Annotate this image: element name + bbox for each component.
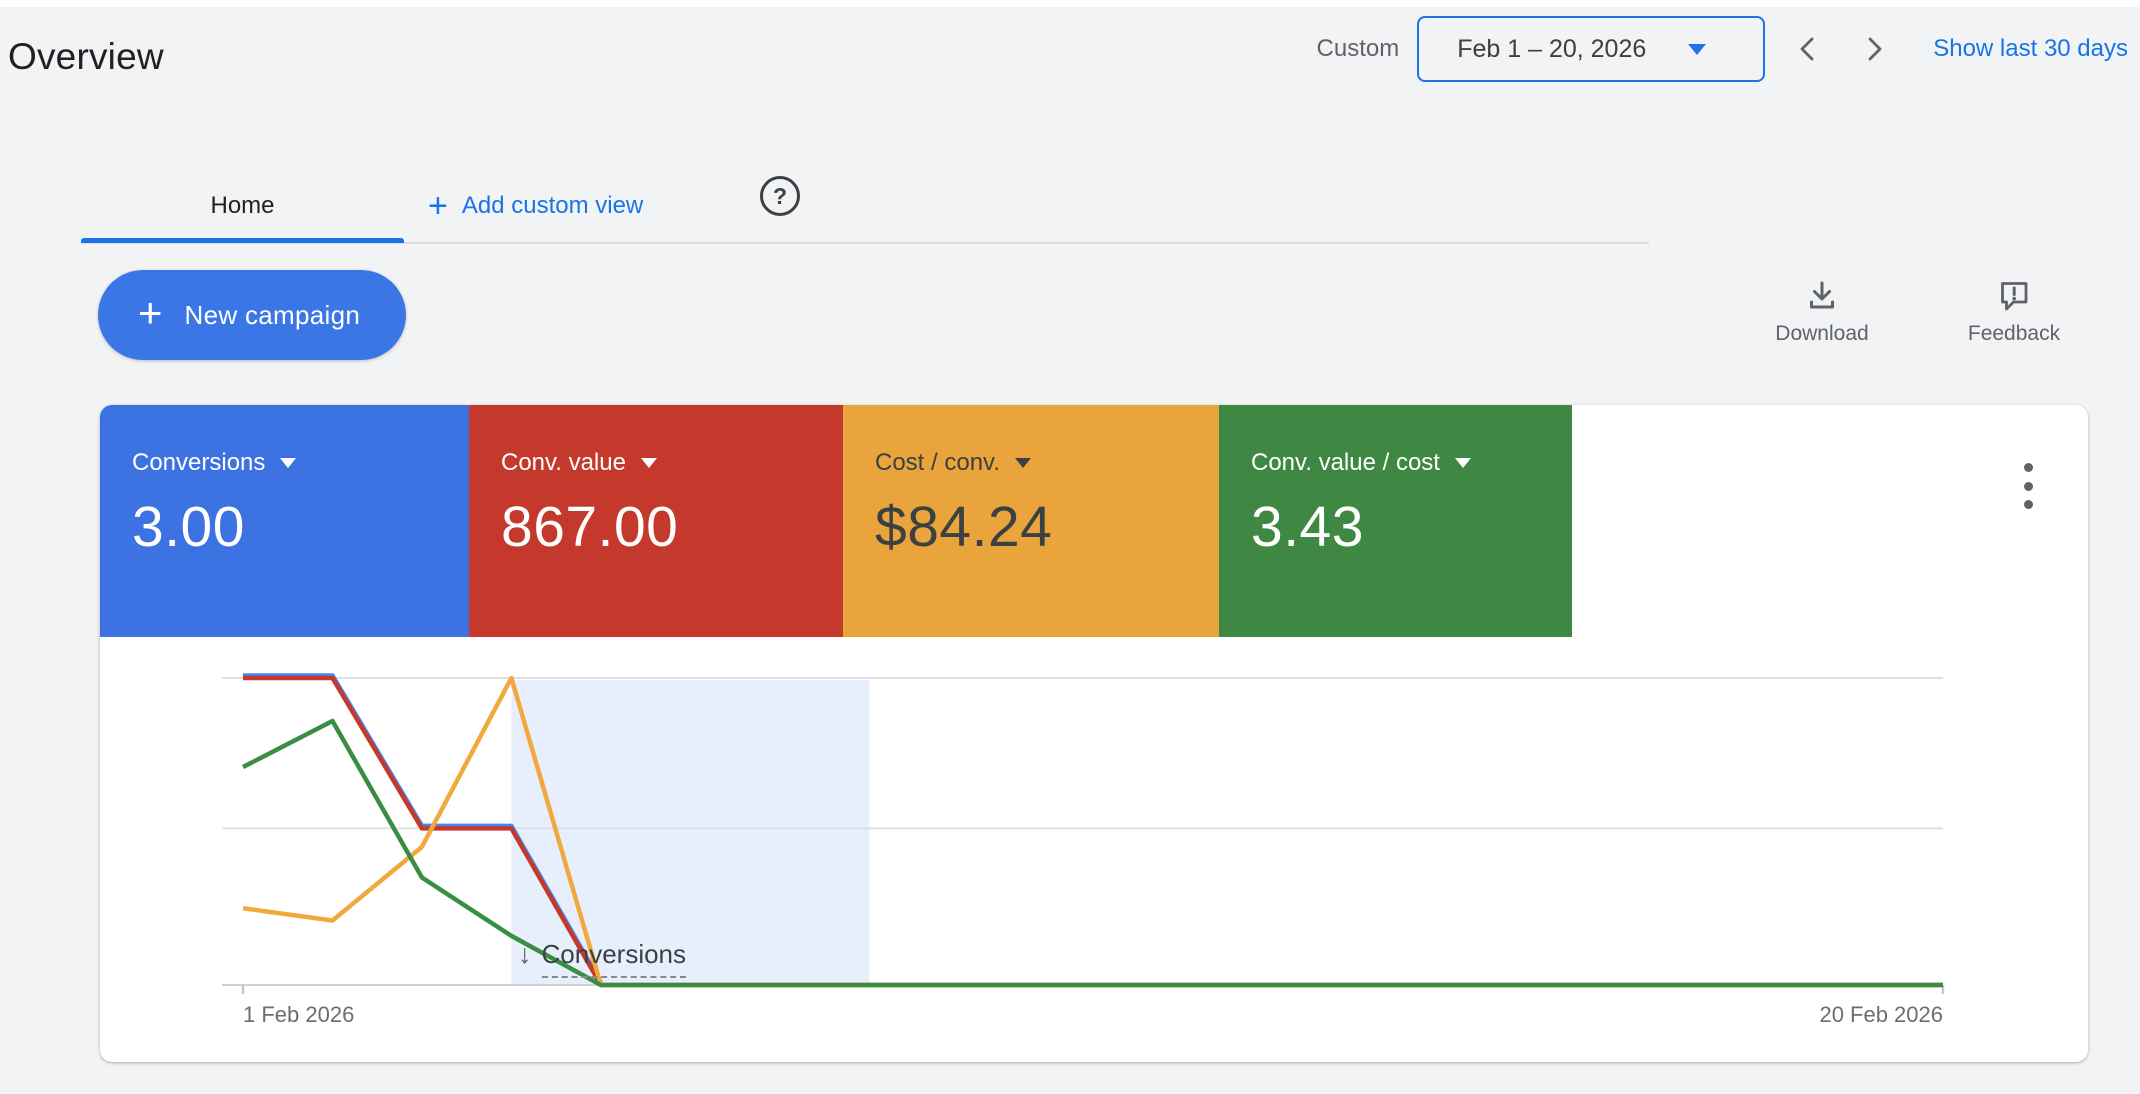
top-strip [0,0,2140,7]
metric-value: 867.00 [501,495,679,559]
metric-selector[interactable]: Conv. value / cost [1251,449,1572,477]
x-axis-start-label: 1 Feb 2026 [243,1002,355,1027]
metric-label: Conv. value [501,449,626,476]
new-campaign-button[interactable]: + New campaign [98,270,407,360]
metric-value: 3.43 [1251,495,1364,559]
overview-summary-card: Conversions 3.00 Conv. value 867.00 Cost… [100,405,2088,1062]
metric-label: Conv. value / cost [1251,449,1440,476]
previous-period-button[interactable] [1785,26,1831,72]
plus-icon: + [428,187,448,225]
chevron-left-icon [1800,37,1814,61]
help-button[interactable]: ? [760,176,800,216]
tab-home[interactable]: Home [81,170,404,242]
date-range-value: Feb 1 – 20, 2026 [1457,34,1647,63]
metric-selector[interactable]: Cost / conv. [875,449,1219,477]
vertical-dots-icon [2023,463,2033,472]
plus-icon: + [138,289,163,336]
vertical-dots-icon [2023,481,2033,491]
scorecard-conversions[interactable]: Conversions 3.00 [100,405,469,637]
feedback-icon [2001,282,2028,311]
card-overflow-menu-button[interactable] [2008,463,2048,509]
show-last-30-days-link[interactable]: Show last 30 days [1933,35,2128,63]
dropdown-arrow-icon [1014,458,1031,468]
add-custom-view-button[interactable]: + Add custom view [428,170,643,242]
vertical-dots-icon [2023,500,2033,509]
scorecard-conv-value-per-cost[interactable]: Conv. value / cost 3.43 [1219,405,1572,637]
chevron-right-icon [1868,37,1882,61]
next-period-button[interactable] [1851,26,1897,72]
tab-home-label: Home [210,192,275,219]
metric-selector[interactable]: Conversions [132,449,469,477]
dropdown-arrow-icon [1454,458,1471,468]
scorecard-cost-per-conv[interactable]: Cost / conv. $84.24 [843,405,1219,637]
annotation-label[interactable]: Conversions [541,939,687,978]
chart-annotation-conversions-drop[interactable]: ↓ Conversions [518,939,687,978]
metric-selector[interactable]: Conv. value [501,449,843,477]
download-icon [1810,281,1834,309]
date-toolbar: Custom Feb 1 – 20, 2026 Show last 30 day… [1317,14,2128,84]
metric-label: Conversions [132,449,266,476]
dropdown-arrow-icon [280,458,297,468]
metric-value: $84.24 [875,495,1053,559]
metric-value: 3.00 [132,495,245,559]
date-mode-label: Custom [1316,35,1400,62]
feedback-button[interactable]: Feedback [1944,277,2084,346]
dropdown-arrow-icon [1688,43,1707,55]
scorecard-conv-value[interactable]: Conv. value 867.00 [469,405,843,637]
new-campaign-label: New campaign [184,299,361,330]
dropdown-arrow-icon [640,458,657,468]
date-range-selector[interactable]: Feb 1 – 20, 2026 [1417,16,1766,82]
down-arrow-icon: ↓ [518,939,532,969]
page-title: Overview [8,36,164,77]
active-tab-underline [81,238,404,243]
feedback-label: Feedback [1967,322,2061,345]
x-axis-end-label: 20 Feb 2026 [1819,1002,1943,1027]
question-mark-icon: ? [772,182,788,209]
add-custom-view-label: Add custom view [461,192,644,219]
download-label: Download [1775,322,1869,345]
metric-label: Cost / conv. [875,449,1000,476]
download-button[interactable]: Download [1752,277,1892,346]
